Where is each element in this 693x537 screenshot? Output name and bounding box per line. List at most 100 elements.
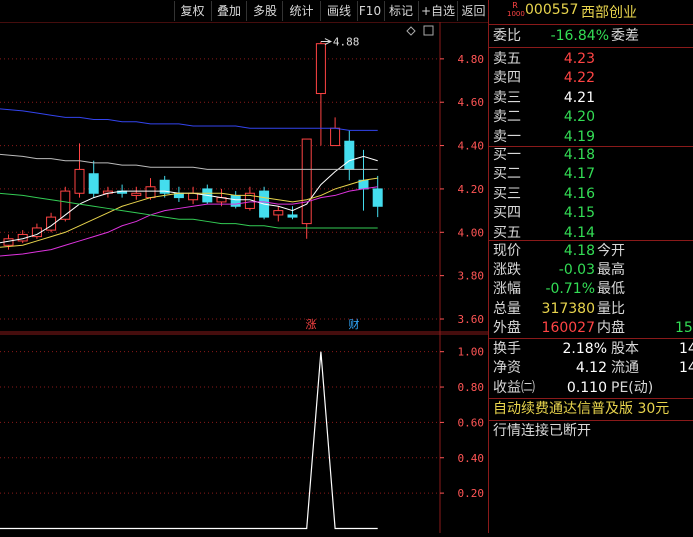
stat-row: 涨跌 -0.03 最高 [489,260,693,280]
weicha-label: 委差 [611,28,639,44]
kline-chart[interactable]: 4.80 4.60 4.40 4.20 4.00 3.80 3.60 1.00 0.80 0.60… [0,21,488,533]
toolbar-button-7[interactable]: +自选 [418,1,457,21]
buy-level-label: 买二 [493,166,521,183]
price-tick-label: 4.20 [458,183,485,196]
sell-level-label: 卖一 [493,128,521,145]
fund-label: 净资 [493,360,521,377]
fund-label-2: PE(动) [611,379,654,396]
stock-header: R 1000 000557 西部创业 [489,0,693,22]
fund-label-2: 流通 [611,360,639,377]
fund-value: 2.18% [562,341,607,357]
event-marker: 涨 [306,318,317,331]
price-tick-label: 4.40 [458,140,485,153]
weibi-value: -16.84% [550,28,609,44]
ad-text: 自动续费通达信普及版 30元 [493,401,670,417]
ad-banner[interactable]: 自动续费通达信普及版 30元 [489,399,693,419]
badge-bottom: 1000 [507,10,525,18]
chart-toolbar: 复权 叠加 多股 统计 画线 F10 标记 +自选 返回 [0,0,488,22]
toolbar-button-5[interactable]: F10 [357,1,382,21]
sell-level-row: 卖二 4.20 [489,107,693,127]
fund-value-2: 14 [679,341,693,357]
badge-top: R [512,1,518,10]
stat-row: 现价 4.18 今开 [489,241,693,261]
price-tick-label: 4.80 [458,53,485,66]
fund-value-2: 14 [679,360,693,377]
sell-level-row: 卖三 4.21 [489,88,693,108]
buy-price: 4.17 [563,166,595,183]
candle-body [131,192,142,196]
sell-price: 4.22 [563,70,595,87]
sell-level-row: 卖一 4.19 [489,127,693,147]
weibi-row: 委比 -16.84% 委差 [489,26,693,46]
buy-price: 4.16 [563,185,595,202]
stat-label: 现价 [493,243,521,259]
stat-label-2: 今开 [597,243,625,259]
stat-label-2: 内盘 [597,319,625,336]
price-tick-label: 3.60 [458,313,485,326]
stat-value: 160027 [541,319,595,336]
sell-price: 4.23 [563,51,595,67]
stat-label: 外盘 [493,319,521,336]
buy-level-row: 买二 4.17 [489,164,693,184]
indicator-line [0,351,378,530]
candle-body [330,127,341,147]
toolbar-button-3[interactable]: 统计 [282,1,320,21]
candle-body [372,188,383,207]
diamond-icon [406,26,416,36]
indicator-tick-label: 1.00 [458,346,485,359]
stat-value: 317380 [541,300,595,317]
stat-label-2: 最低 [597,281,625,298]
chart-area[interactable]: 4.80 4.60 4.40 4.20 4.00 3.80 3.60 1.00 0.80 0.60… [0,21,488,533]
toolbar-button-0[interactable]: 复权 [174,1,210,21]
divider [489,47,693,48]
stat-value: -0.03 [558,262,595,279]
fund-row: 换手 2.18%股本 14 [489,339,693,359]
price-tick-label: 4.60 [458,96,485,109]
connection-status: 行情连接已断开 [493,423,591,439]
candle-body [315,43,326,95]
sell-price: 4.21 [563,89,595,106]
candle-body [88,173,99,194]
sell-price: 4.20 [563,109,595,126]
sell-level-label: 卖四 [493,70,521,87]
candle-body [273,210,284,216]
price-tick-label: 3.80 [458,270,485,283]
fund-label: 换手 [493,341,521,357]
buy-level-row: 买三 4.16 [489,184,693,204]
candle-body [145,186,156,199]
sell-level-label: 卖三 [493,89,521,106]
fund-value: 0.110 [566,379,607,396]
buy-level-label: 买一 [493,147,521,163]
high-price-label: 4.88 [333,36,360,49]
level-badge: R 1000 [507,1,525,20]
fund-row: 净资 4.12流通 14 [489,358,693,378]
stat-label-2: 量比 [597,300,625,317]
stock-code: 000557 [525,2,579,18]
sell-level-row: 卖五 4.23 [489,49,693,69]
stat-value-2: 15 [675,319,693,336]
stock-name: 西部创业 [581,5,637,21]
toolbar-button-6[interactable]: 标记 [384,1,417,21]
stat-row: 涨幅 -0.71% 最低 [489,279,693,299]
buy-level-row: 买一 4.18 [489,145,693,165]
price-tick-label: 4.00 [458,226,485,239]
toolbar-button-1[interactable]: 叠加 [211,1,246,21]
buy-level-row: 买四 4.15 [489,203,693,223]
weibi-label: 委比 [493,28,521,44]
sell-price: 4.19 [563,128,595,145]
indicator-tick-label: 0.80 [458,381,485,394]
candle-body [344,140,355,170]
stat-value: -0.71% [545,281,595,298]
toolbar-button-4[interactable]: 画线 [320,1,357,21]
stat-label-2: 最高 [597,262,625,279]
indicator-tick-label: 0.60 [458,416,485,429]
toolbar-button-2[interactable]: 多股 [246,1,283,21]
buy-price: 4.18 [563,147,595,163]
toolbar-button-8[interactable]: 返回 [457,1,489,21]
candle-body [287,214,298,218]
candle-body [230,194,241,207]
indicator-tick-label: 0.40 [458,452,485,465]
expand-icon [423,25,434,36]
buy-price: 4.15 [563,205,595,222]
fund-row: 收益㈡ 0.110 PE(动) [489,378,693,398]
